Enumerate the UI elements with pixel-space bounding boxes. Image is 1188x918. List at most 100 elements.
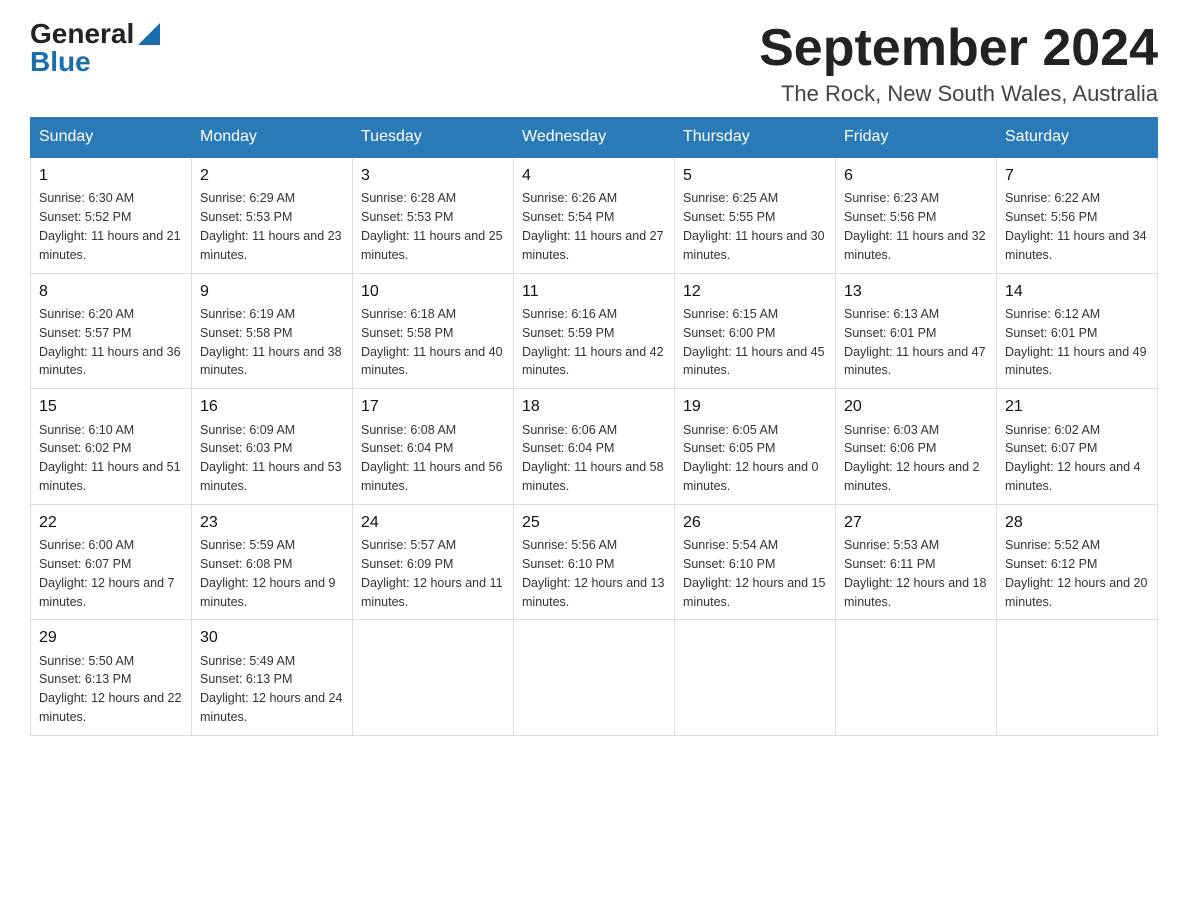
day-info: Sunrise: 5:49 AMSunset: 6:13 PMDaylight:… xyxy=(200,654,342,725)
calendar-cell xyxy=(997,620,1158,736)
day-number: 26 xyxy=(683,511,827,534)
day-info: Sunrise: 6:06 AMSunset: 6:04 PMDaylight:… xyxy=(522,423,664,494)
day-number: 22 xyxy=(39,511,183,534)
day-number: 1 xyxy=(39,164,183,187)
calendar-cell: 3 Sunrise: 6:28 AMSunset: 5:53 PMDayligh… xyxy=(353,157,514,273)
calendar-cell: 16 Sunrise: 6:09 AMSunset: 6:03 PMDaylig… xyxy=(192,389,353,505)
day-number: 25 xyxy=(522,511,666,534)
calendar-cell: 10 Sunrise: 6:18 AMSunset: 5:58 PMDaylig… xyxy=(353,273,514,389)
calendar-cell: 23 Sunrise: 5:59 AMSunset: 6:08 PMDaylig… xyxy=(192,504,353,620)
logo-triangle-icon xyxy=(138,23,160,45)
day-info: Sunrise: 5:54 AMSunset: 6:10 PMDaylight:… xyxy=(683,538,825,609)
day-number: 29 xyxy=(39,626,183,649)
day-info: Sunrise: 6:22 AMSunset: 5:56 PMDaylight:… xyxy=(1005,191,1147,262)
calendar-cell: 13 Sunrise: 6:13 AMSunset: 6:01 PMDaylig… xyxy=(836,273,997,389)
calendar-cell xyxy=(836,620,997,736)
day-number: 24 xyxy=(361,511,505,534)
day-info: Sunrise: 6:09 AMSunset: 6:03 PMDaylight:… xyxy=(200,423,342,494)
day-number: 21 xyxy=(1005,395,1149,418)
calendar-cell: 4 Sunrise: 6:26 AMSunset: 5:54 PMDayligh… xyxy=(514,157,675,273)
day-info: Sunrise: 5:50 AMSunset: 6:13 PMDaylight:… xyxy=(39,654,181,725)
day-number: 5 xyxy=(683,164,827,187)
day-info: Sunrise: 6:03 AMSunset: 6:06 PMDaylight:… xyxy=(844,423,980,494)
page-header: General Blue September 2024 The Rock, Ne… xyxy=(30,20,1158,107)
header-sunday: Sunday xyxy=(31,118,192,158)
day-info: Sunrise: 6:29 AMSunset: 5:53 PMDaylight:… xyxy=(200,191,342,262)
day-info: Sunrise: 5:57 AMSunset: 6:09 PMDaylight:… xyxy=(361,538,503,609)
day-info: Sunrise: 6:30 AMSunset: 5:52 PMDaylight:… xyxy=(39,191,181,262)
calendar-cell: 12 Sunrise: 6:15 AMSunset: 6:00 PMDaylig… xyxy=(675,273,836,389)
day-info: Sunrise: 5:52 AMSunset: 6:12 PMDaylight:… xyxy=(1005,538,1147,609)
day-number: 6 xyxy=(844,164,988,187)
day-number: 15 xyxy=(39,395,183,418)
day-info: Sunrise: 6:15 AMSunset: 6:00 PMDaylight:… xyxy=(683,307,825,378)
calendar-cell: 11 Sunrise: 6:16 AMSunset: 5:59 PMDaylig… xyxy=(514,273,675,389)
day-info: Sunrise: 6:12 AMSunset: 6:01 PMDaylight:… xyxy=(1005,307,1147,378)
calendar-cell: 17 Sunrise: 6:08 AMSunset: 6:04 PMDaylig… xyxy=(353,389,514,505)
calendar-cell xyxy=(675,620,836,736)
calendar-cell: 30 Sunrise: 5:49 AMSunset: 6:13 PMDaylig… xyxy=(192,620,353,736)
calendar-title: September 2024 xyxy=(759,20,1158,77)
day-number: 8 xyxy=(39,280,183,303)
calendar-cell: 7 Sunrise: 6:22 AMSunset: 5:56 PMDayligh… xyxy=(997,157,1158,273)
title-area: September 2024 The Rock, New South Wales… xyxy=(759,20,1158,107)
day-number: 9 xyxy=(200,280,344,303)
calendar-subtitle: The Rock, New South Wales, Australia xyxy=(759,81,1158,107)
day-info: Sunrise: 6:08 AMSunset: 6:04 PMDaylight:… xyxy=(361,423,503,494)
calendar-cell: 26 Sunrise: 5:54 AMSunset: 6:10 PMDaylig… xyxy=(675,504,836,620)
calendar-cell: 24 Sunrise: 5:57 AMSunset: 6:09 PMDaylig… xyxy=(353,504,514,620)
day-number: 12 xyxy=(683,280,827,303)
calendar-week-row: 15 Sunrise: 6:10 AMSunset: 6:02 PMDaylig… xyxy=(31,389,1158,505)
day-info: Sunrise: 5:59 AMSunset: 6:08 PMDaylight:… xyxy=(200,538,336,609)
header-monday: Monday xyxy=(192,118,353,158)
day-number: 23 xyxy=(200,511,344,534)
day-info: Sunrise: 6:18 AMSunset: 5:58 PMDaylight:… xyxy=(361,307,503,378)
day-info: Sunrise: 6:02 AMSunset: 6:07 PMDaylight:… xyxy=(1005,423,1141,494)
calendar-cell: 20 Sunrise: 6:03 AMSunset: 6:06 PMDaylig… xyxy=(836,389,997,505)
day-info: Sunrise: 6:00 AMSunset: 6:07 PMDaylight:… xyxy=(39,538,175,609)
calendar-week-row: 29 Sunrise: 5:50 AMSunset: 6:13 PMDaylig… xyxy=(31,620,1158,736)
calendar-cell: 8 Sunrise: 6:20 AMSunset: 5:57 PMDayligh… xyxy=(31,273,192,389)
calendar-cell: 19 Sunrise: 6:05 AMSunset: 6:05 PMDaylig… xyxy=(675,389,836,505)
logo: General Blue xyxy=(30,20,162,78)
day-info: Sunrise: 6:23 AMSunset: 5:56 PMDaylight:… xyxy=(844,191,986,262)
header-wednesday: Wednesday xyxy=(514,118,675,158)
calendar-table: Sunday Monday Tuesday Wednesday Thursday… xyxy=(30,117,1158,736)
day-number: 2 xyxy=(200,164,344,187)
calendar-cell: 21 Sunrise: 6:02 AMSunset: 6:07 PMDaylig… xyxy=(997,389,1158,505)
day-info: Sunrise: 6:13 AMSunset: 6:01 PMDaylight:… xyxy=(844,307,986,378)
calendar-cell: 22 Sunrise: 6:00 AMSunset: 6:07 PMDaylig… xyxy=(31,504,192,620)
day-number: 10 xyxy=(361,280,505,303)
day-info: Sunrise: 6:10 AMSunset: 6:02 PMDaylight:… xyxy=(39,423,181,494)
day-number: 3 xyxy=(361,164,505,187)
day-info: Sunrise: 6:16 AMSunset: 5:59 PMDaylight:… xyxy=(522,307,664,378)
calendar-cell: 29 Sunrise: 5:50 AMSunset: 6:13 PMDaylig… xyxy=(31,620,192,736)
calendar-week-row: 1 Sunrise: 6:30 AMSunset: 5:52 PMDayligh… xyxy=(31,157,1158,273)
calendar-cell: 1 Sunrise: 6:30 AMSunset: 5:52 PMDayligh… xyxy=(31,157,192,273)
calendar-cell: 15 Sunrise: 6:10 AMSunset: 6:02 PMDaylig… xyxy=(31,389,192,505)
calendar-cell: 18 Sunrise: 6:06 AMSunset: 6:04 PMDaylig… xyxy=(514,389,675,505)
day-info: Sunrise: 6:25 AMSunset: 5:55 PMDaylight:… xyxy=(683,191,825,262)
calendar-cell: 27 Sunrise: 5:53 AMSunset: 6:11 PMDaylig… xyxy=(836,504,997,620)
day-number: 20 xyxy=(844,395,988,418)
day-number: 14 xyxy=(1005,280,1149,303)
header-tuesday: Tuesday xyxy=(353,118,514,158)
day-info: Sunrise: 6:19 AMSunset: 5:58 PMDaylight:… xyxy=(200,307,342,378)
day-info: Sunrise: 6:28 AMSunset: 5:53 PMDaylight:… xyxy=(361,191,503,262)
day-number: 30 xyxy=(200,626,344,649)
day-info: Sunrise: 6:20 AMSunset: 5:57 PMDaylight:… xyxy=(39,307,181,378)
calendar-cell: 14 Sunrise: 6:12 AMSunset: 6:01 PMDaylig… xyxy=(997,273,1158,389)
calendar-cell: 9 Sunrise: 6:19 AMSunset: 5:58 PMDayligh… xyxy=(192,273,353,389)
day-info: Sunrise: 5:56 AMSunset: 6:10 PMDaylight:… xyxy=(522,538,664,609)
day-info: Sunrise: 5:53 AMSunset: 6:11 PMDaylight:… xyxy=(844,538,986,609)
day-number: 16 xyxy=(200,395,344,418)
day-number: 18 xyxy=(522,395,666,418)
logo-blue-label: Blue xyxy=(30,46,91,77)
day-info: Sunrise: 6:05 AMSunset: 6:05 PMDaylight:… xyxy=(683,423,819,494)
calendar-week-row: 8 Sunrise: 6:20 AMSunset: 5:57 PMDayligh… xyxy=(31,273,1158,389)
day-number: 11 xyxy=(522,280,666,303)
header-friday: Friday xyxy=(836,118,997,158)
calendar-cell: 6 Sunrise: 6:23 AMSunset: 5:56 PMDayligh… xyxy=(836,157,997,273)
day-number: 19 xyxy=(683,395,827,418)
calendar-cell: 28 Sunrise: 5:52 AMSunset: 6:12 PMDaylig… xyxy=(997,504,1158,620)
